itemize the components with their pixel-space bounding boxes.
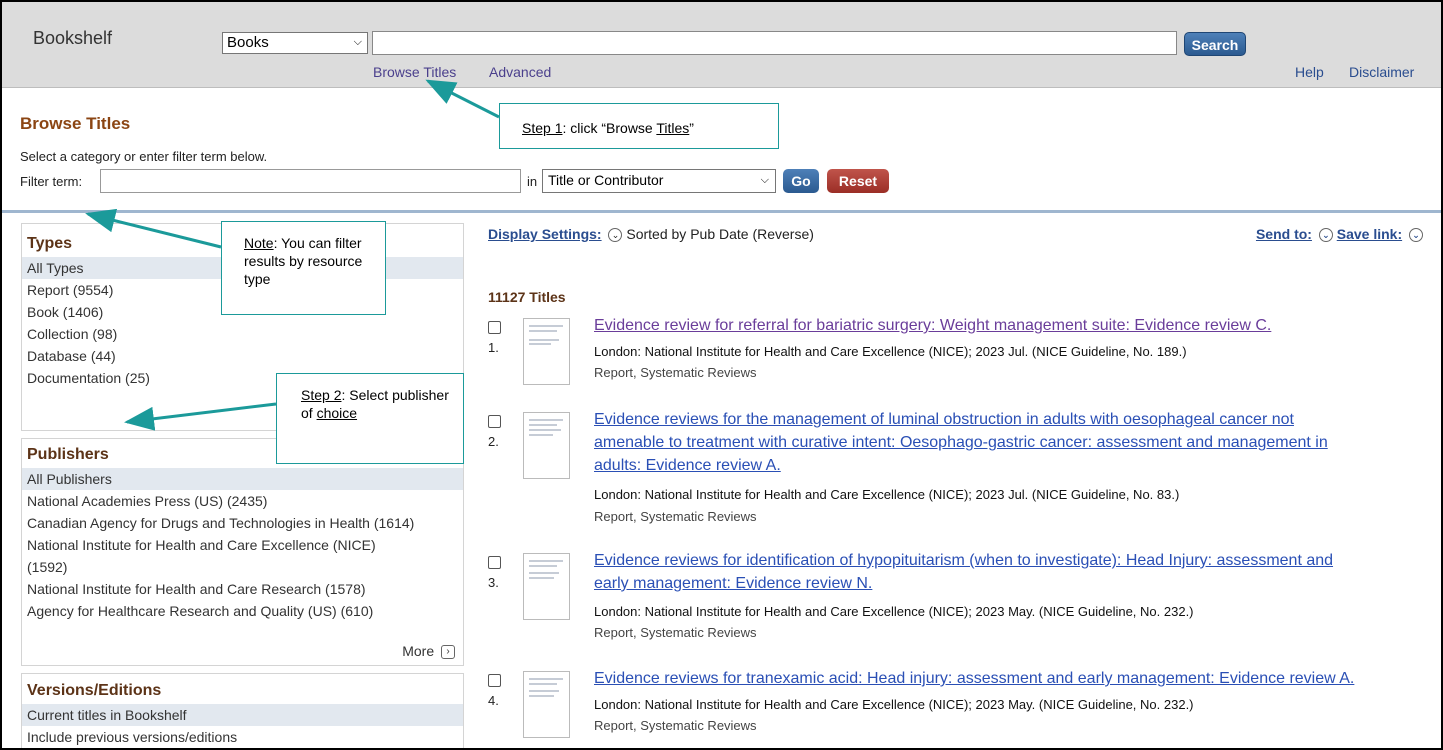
chevron-right-icon: › [441,645,455,659]
help-link[interactable]: Help [1295,64,1324,80]
cover-thumbnail[interactable] [523,671,570,738]
result-title-link[interactable]: Evidence reviews for tranexamic acid: He… [594,667,1424,690]
filter-term-input[interactable] [100,169,521,193]
result-item: 4. Evidence reviews for tranexamic acid:… [486,670,1426,741]
versions-facet-title: Versions/Editions [27,682,162,699]
cover-thumbnail[interactable] [523,412,570,479]
save-link-link[interactable]: Save link: [1337,226,1402,242]
chevron-down-icon[interactable]: ⌄ [1318,228,1333,243]
result-item: 3. Evidence reviews for identification o… [486,552,1426,643]
sort-label: Sorted by Pub Date (Reverse) [626,226,814,242]
result-title-link[interactable]: Evidence reviews for identification of h… [594,549,1424,595]
result-type: Report, Systematic Reviews [594,365,757,380]
more-publishers-link[interactable]: More › [402,643,455,659]
result-type: Report, Systematic Reviews [594,509,757,524]
result-source: London: National Institute for Health an… [594,344,1187,359]
result-source: London: National Institute for Health an… [594,697,1194,712]
disclaimer-link[interactable]: Disclaimer [1349,64,1414,80]
facet-item-previous-versions[interactable]: Include previous versions/editions [22,726,463,748]
more-label: More [402,642,435,659]
result-title-link[interactable]: Evidence reviews for the management of l… [594,408,1424,477]
chevron-down-icon: ⌵ [760,174,769,186]
result-checkbox[interactable] [488,556,501,569]
step2-callout: Step 2: Select publisher of choice [276,373,464,464]
send-to-bar: Send to: ⌄ Save link: ⌄ [1256,226,1423,243]
facet-item-cadth[interactable]: Canadian Agency for Drugs and Technologi… [22,512,463,534]
in-label: in [527,174,538,189]
publishers-facet: Publishers All Publishers National Acade… [21,438,464,666]
result-number: 1. [488,340,499,355]
database-select[interactable]: Books ⌵ [222,32,368,54]
cover-thumbnail[interactable] [523,318,570,385]
reset-button[interactable]: Reset [827,169,889,193]
result-title-link[interactable]: Evidence review for referral for bariatr… [594,314,1424,337]
step1-callout: Step 1: click “Browse Titles” [499,103,779,149]
go-button[interactable]: Go [783,169,819,193]
browse-description: Select a category or enter filter term b… [20,149,268,164]
advanced-link[interactable]: Advanced [489,64,551,80]
chevron-down-icon[interactable]: ⌄ [608,228,623,243]
result-source: London: National Institute for Health an… [594,604,1194,619]
browse-titles-link[interactable]: Browse Titles [373,64,456,80]
filter-field-value: Title or Contributor [548,172,664,188]
page-frame: Bookshelf Books ⌵ Search Browse Titles A… [0,0,1443,750]
result-checkbox[interactable] [488,674,501,687]
note-callout: Note: You can filter results by resource… [221,221,386,315]
facet-item-nihr[interactable]: National Institute for Health and Care R… [22,578,463,600]
result-checkbox[interactable] [488,321,501,334]
facet-item-all-publishers[interactable]: All Publishers [22,468,463,490]
facet-item-database[interactable]: Database (44) [22,345,463,367]
facet-item-ahrq[interactable]: Agency for Healthcare Research and Quali… [22,600,463,622]
filter-field-select[interactable]: Title or Contributor ⌵ [542,169,776,193]
result-item: 2. Evidence reviews for the management o… [486,411,1426,524]
facet-item-nice[interactable]: National Institute for Health and Care E… [22,534,463,578]
search-button[interactable]: Search [1184,32,1246,56]
facet-item-nice-line2: (1592) [27,559,68,575]
cover-thumbnail[interactable] [523,553,570,620]
results-count: 11127 Titles [488,289,566,305]
result-number: 2. [488,434,499,449]
facet-item-nap[interactable]: National Academies Press (US) (2435) [22,490,463,512]
result-checkbox[interactable] [488,415,501,428]
search-input[interactable] [372,31,1177,55]
filter-term-label: Filter term: [20,174,83,189]
header-bar: Bookshelf Books ⌵ Search Browse Titles A… [2,2,1441,88]
result-source: London: National Institute for Health an… [594,487,1180,502]
chevron-down-icon: ⌵ [353,36,362,48]
facet-item-current-titles[interactable]: Current titles in Bookshelf [22,704,463,726]
result-type: Report, Systematic Reviews [594,625,757,640]
section-divider [2,210,1441,213]
chevron-down-icon[interactable]: ⌄ [1409,228,1423,243]
bookshelf-logo[interactable]: Bookshelf [33,28,112,49]
page-title: Browse Titles [20,114,131,133]
display-settings-link[interactable]: Display Settings: [488,226,602,242]
facet-item-nice-line1: National Institute for Health and Care E… [27,537,376,553]
versions-facet: Versions/Editions Current titles in Book… [21,673,464,748]
result-number: 4. [488,693,499,708]
send-to-link[interactable]: Send to: [1256,226,1312,242]
display-settings: Display Settings: ⌄ Sorted by Pub Date (… [488,226,814,243]
result-type: Report, Systematic Reviews [594,718,757,733]
result-number: 3. [488,575,499,590]
facet-item-collection[interactable]: Collection (98) [22,323,463,345]
result-item: 1. Evidence review for referral for bari… [486,317,1426,388]
database-select-value: Books [227,34,269,51]
